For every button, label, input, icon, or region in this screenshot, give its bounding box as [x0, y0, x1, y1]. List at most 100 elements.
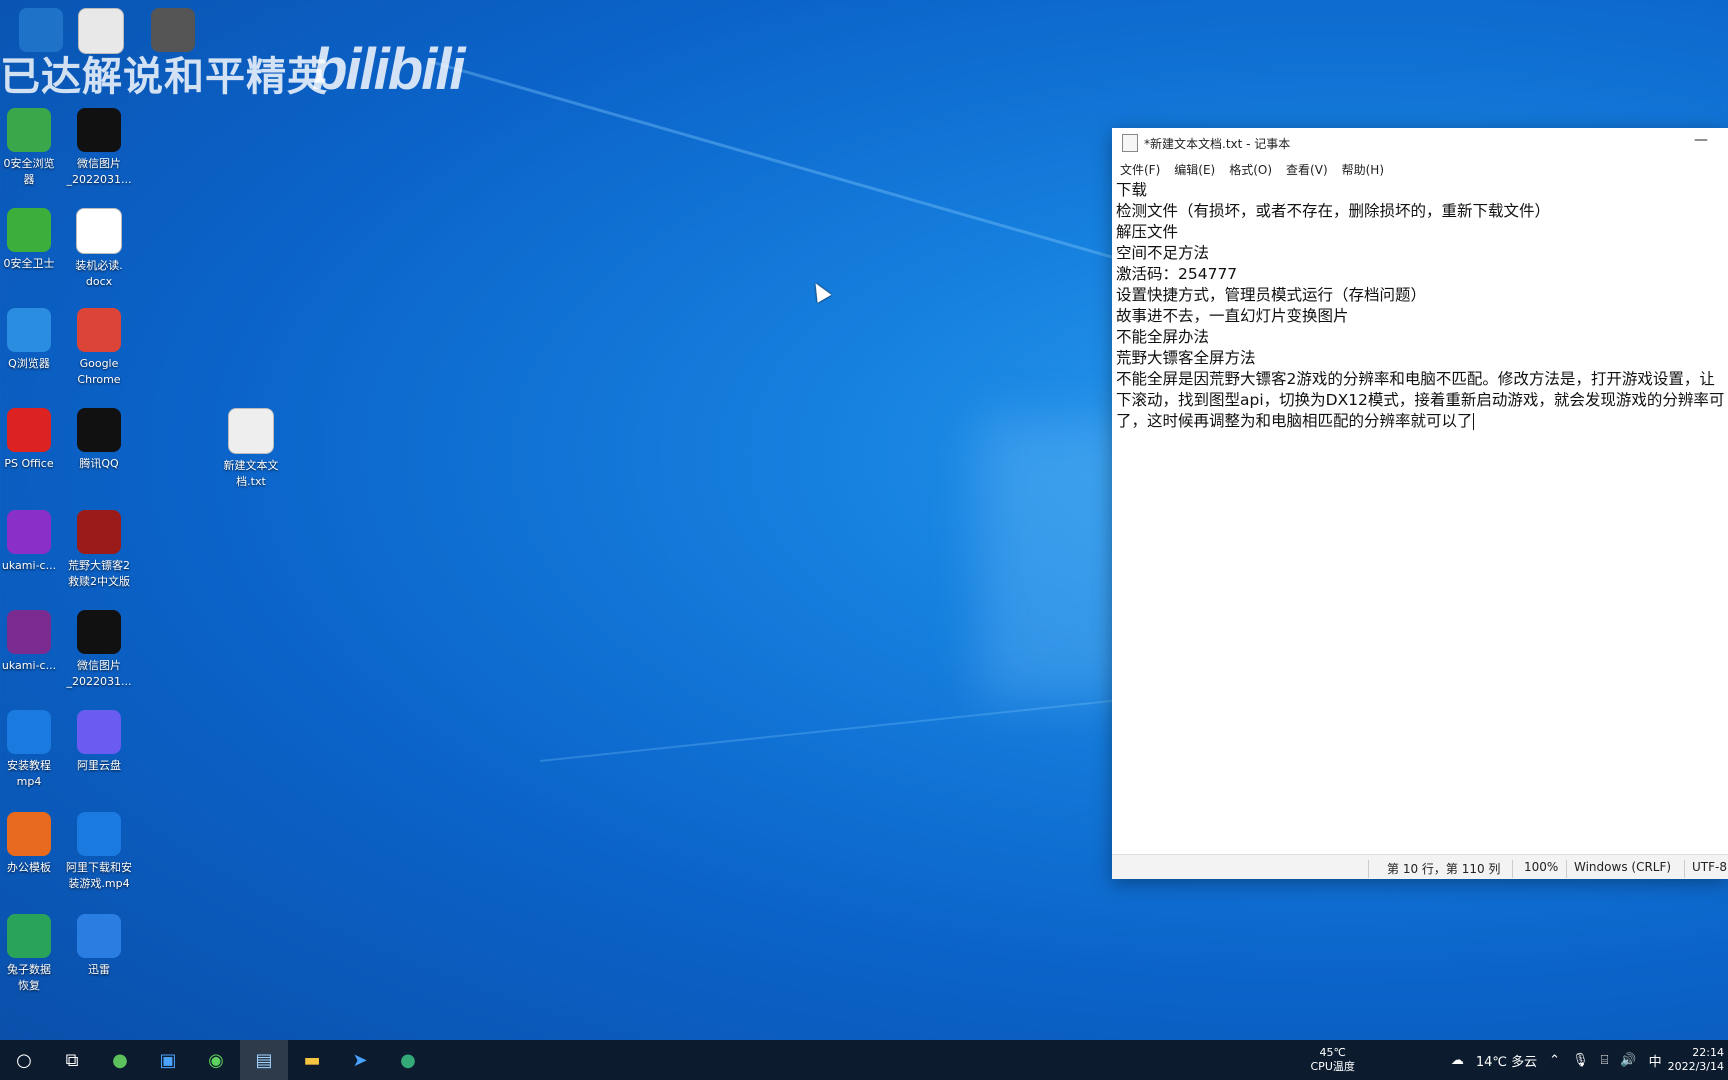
desktop-shortcut[interactable]: 0安全浏览 器	[0, 108, 64, 188]
desktop-shortcut-label: ukami-c...	[1, 559, 57, 572]
search-icon[interactable]: ○	[0, 1040, 48, 1080]
rdr2-game-icon	[77, 510, 121, 554]
video-file-icon	[7, 710, 51, 754]
taskbar-notepad-icon[interactable]: ▤	[240, 1040, 288, 1080]
desktop-shortcut[interactable]: Google Chrome	[64, 308, 134, 388]
desktop-shortcut[interactable]: 安装教程 mp4	[0, 710, 64, 790]
volume-icon[interactable]: 🔊	[1620, 1053, 1636, 1068]
status-separator	[1566, 860, 1567, 878]
desktop-shortcut-label: 腾讯QQ	[79, 457, 119, 470]
wechat-icon[interactable]: ◉	[192, 1040, 240, 1080]
image-icon	[151, 8, 195, 52]
menu-bar: 文件(F) 编辑(E) 格式(O) 查看(V) 帮助(H)	[1112, 158, 1728, 180]
clock-date: 2022/3/14	[1667, 1060, 1724, 1073]
minimize-icon[interactable]: —	[1694, 132, 1708, 148]
text-line: 解压文件	[1116, 223, 1179, 241]
weather-text[interactable]: 14℃ 多云	[1476, 1051, 1537, 1070]
menu-edit[interactable]: 编辑(E)	[1174, 161, 1215, 178]
text-caret	[1472, 413, 1474, 430]
mouse-pointer-icon	[808, 279, 832, 303]
desktop-shortcut-label: 微信图片 _2022031...	[66, 157, 132, 186]
text-file-icon	[228, 408, 274, 454]
menu-view[interactable]: 查看(V)	[1286, 161, 1328, 178]
text-line: 不能全屏办法	[1116, 328, 1210, 346]
desktop-shortcut[interactable]: Q浏览器	[0, 308, 64, 372]
menu-help[interactable]: 帮助(H)	[1342, 161, 1384, 178]
task-view-icon[interactable]: ⧉	[48, 1040, 96, 1080]
taskbar-app-icon[interactable]: ▣	[144, 1040, 192, 1080]
text-line: 空间不足方法	[1116, 244, 1210, 262]
desktop-shortcut-label: 兔子数据 恢复	[7, 963, 51, 992]
desktop-shortcut-label: 阿里云盘	[77, 759, 121, 772]
desktop-shortcut[interactable]: 腾讯QQ	[64, 408, 134, 472]
office-template-icon	[7, 812, 51, 856]
system-clock[interactable]: 22:14 2022/3/14	[1668, 1046, 1724, 1074]
desktop-shortcut[interactable]: 微信图片 _2022031...	[64, 610, 134, 690]
yukami-icon	[7, 510, 51, 554]
taskbar-xunlei-icon[interactable]: ➤	[336, 1040, 384, 1080]
text-line-last: 了，这时候再调整为和电脑相匹配的分辨率就可以了	[1116, 411, 1728, 432]
network-icon[interactable]: ⌸	[1601, 1053, 1609, 1068]
desktop-shortcut[interactable]: PS Office	[0, 408, 64, 472]
desktop-shortcut[interactable]: 迅雷	[64, 914, 134, 978]
text-editor-area[interactable]: 下载 检测文件（有损坏，或者不存在，删除损坏的，重新下载文件） 解压文件 空间不…	[1116, 180, 1728, 855]
rabbit-recovery-icon	[7, 914, 51, 958]
cpu-temperature[interactable]: 45℃ CPU温度	[1311, 1046, 1355, 1074]
word-document-icon	[76, 208, 122, 254]
bilibili-logo: bilibili	[312, 37, 466, 102]
desktop-shortcut[interactable]: 阿里下载和安 装游戏.mp4	[64, 812, 134, 892]
desktop-shortcut-label: ukami-c...	[1, 659, 57, 672]
microphone-icon[interactable]: 🎙	[1572, 1053, 1589, 1068]
status-separator	[1512, 860, 1513, 878]
desktop-shortcut[interactable]: 0安全卫士	[0, 208, 64, 272]
clock-time: 22:14	[1692, 1046, 1724, 1059]
taskbar-game-icon[interactable]: ●	[384, 1040, 432, 1080]
desktop-shortcut-label: 办公模板	[7, 861, 51, 874]
chrome-icon	[77, 308, 121, 352]
menu-format[interactable]: 格式(O)	[1229, 161, 1272, 178]
status-zoom: 100%	[1524, 860, 1559, 874]
taskbar: ○ ⧉ ● ▣ ◉ ▤ ▬ ➤ ● 45℃ CPU温度 ☁ 14℃ 多云 ⌃ 🎙…	[0, 1040, 1728, 1080]
desktop-shortcut-label: 0安全卫士	[3, 257, 55, 270]
desktop-shortcut-label: 迅雷	[88, 963, 110, 976]
notepad-window[interactable]: *新建文本文档.txt - 记事本 — 文件(F) 编辑(E) 格式(O) 查看…	[1112, 128, 1728, 879]
text-line: 不能全屏是因荒野大镖客2游戏的分辨率和电脑不匹配。修改方法是，打开游戏设置，让	[1116, 370, 1715, 388]
desktop-shortcut-label: 荒野大镖客2 救赎2中文版	[68, 559, 130, 588]
qq-browser-icon	[7, 308, 51, 352]
wps-office-icon	[7, 408, 51, 452]
desktop-shortcut[interactable]: 新建文本文 档.txt	[216, 408, 286, 490]
winrar-icon	[7, 610, 51, 654]
qq-icon	[77, 408, 121, 452]
desktop-shortcut[interactable]	[138, 8, 208, 56]
app-icon	[19, 8, 63, 52]
file-explorer-icon[interactable]: ▬	[288, 1040, 336, 1080]
document-icon	[78, 8, 124, 54]
menu-file[interactable]: 文件(F)	[1120, 161, 1160, 178]
status-bar: 第 10 行，第 110 列 100% Windows (CRLF) UTF-8	[1112, 854, 1728, 879]
desktop-shortcut[interactable]: 兔子数据 恢复	[0, 914, 64, 994]
text-line: 设置快捷方式，管理员模式运行（存档问题）	[1116, 286, 1427, 304]
cloud-icon[interactable]: ☁	[1451, 1053, 1464, 1068]
desktop-shortcut-label: 安装教程 mp4	[7, 759, 51, 788]
desktop-shortcut[interactable]: 装机必读. docx	[64, 208, 134, 290]
chevron-up-icon[interactable]: ⌃	[1549, 1053, 1560, 1068]
video-file-icon	[77, 812, 121, 856]
desktop-shortcut[interactable]: 荒野大镖客2 救赎2中文版	[64, 510, 134, 590]
desktop-shortcut-label: 装机必读. docx	[75, 259, 123, 288]
taskbar-360-browser-icon[interactable]: ●	[96, 1040, 144, 1080]
text-line-content: 了，这时候再调整为和电脑相匹配的分辨率就可以了	[1116, 412, 1473, 430]
desktop-shortcut[interactable]: 微信图片 _2022031...	[64, 108, 134, 188]
desktop-shortcut[interactable]: ukami-c...	[0, 510, 64, 574]
text-line: 下载	[1116, 181, 1148, 199]
cpu-temp-value: 45℃	[1319, 1046, 1346, 1059]
ime-indicator[interactable]: 中	[1649, 1051, 1662, 1070]
notepad-file-icon	[1122, 134, 1138, 152]
system-tray: 45℃ CPU温度 ☁ 14℃ 多云 ⌃ 🎙 ⌸ 🔊 中 22:14 2022/…	[1311, 1040, 1728, 1080]
desktop-shortcut[interactable]: 阿里云盘	[64, 710, 134, 774]
desktop-shortcut[interactable]	[66, 8, 136, 58]
window-titlebar[interactable]: *新建文本文档.txt - 记事本 —	[1112, 128, 1728, 158]
text-line: 激活码：254777	[1116, 265, 1238, 283]
image-file-icon	[77, 610, 121, 654]
desktop-shortcut[interactable]: 办公模板	[0, 812, 64, 876]
desktop-shortcut[interactable]: ukami-c...	[0, 610, 64, 674]
